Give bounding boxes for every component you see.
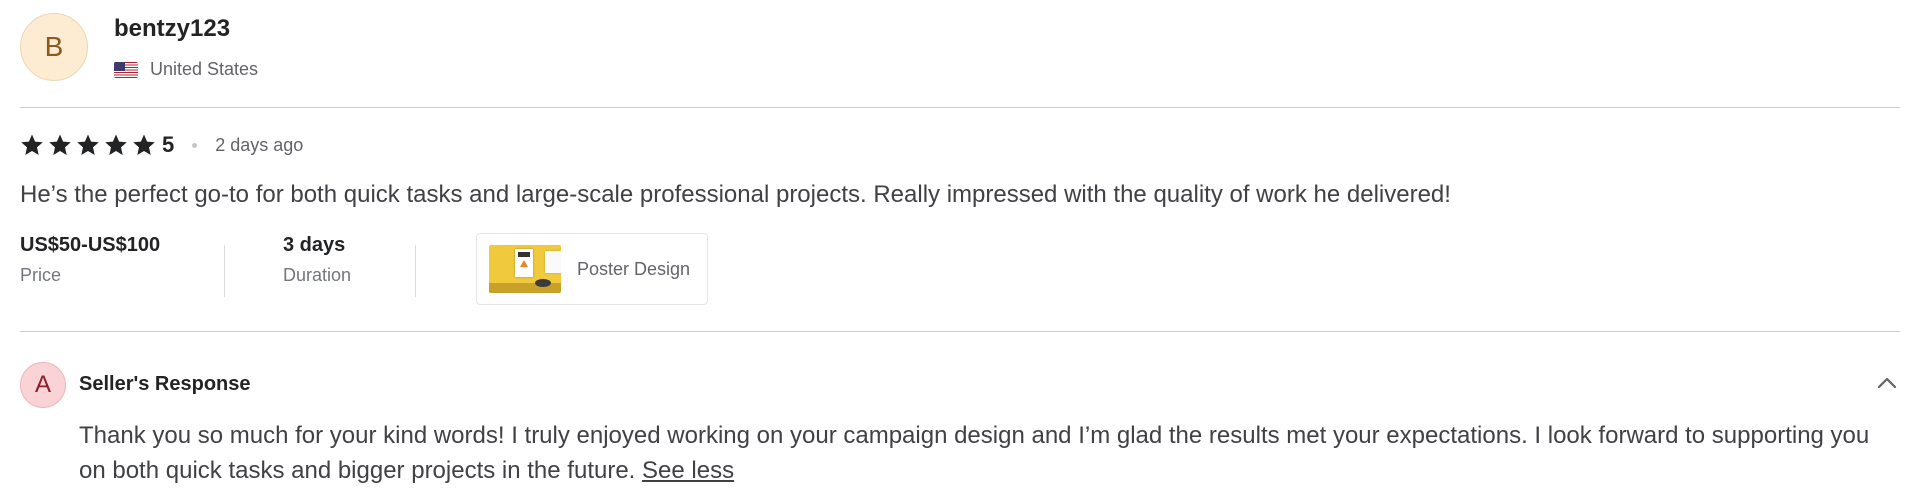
star-icon (132, 133, 156, 157)
seller-response-title: Seller's Response (79, 373, 251, 395)
see-less-link[interactable]: See less (642, 457, 734, 484)
divider (20, 107, 1900, 108)
seller-response-body: Thank you so much for your kind words! I… (79, 422, 1870, 484)
rating-row: 5 2 days ago (20, 131, 303, 159)
reviewer-avatar-letter: B (44, 31, 64, 62)
star-icon (20, 133, 44, 157)
seller-response-text: Thank you so much for your kind words! I… (79, 418, 1879, 488)
seller-avatar: A (20, 362, 66, 408)
review-text: He’s the perfect go-to for both quick ta… (20, 181, 1451, 208)
seller-avatar-letter: A (34, 371, 51, 398)
country-name: United States (150, 59, 259, 79)
price-label: Price (20, 265, 62, 285)
us-flag-icon (114, 61, 138, 78)
price-block: US$50-US$100 Price (20, 234, 160, 294)
divider (20, 331, 1900, 332)
separator-dot (192, 142, 198, 148)
reviewer-country: United States (114, 59, 258, 80)
price-value: US$50-US$100 (20, 234, 161, 256)
chevron-up-icon (1877, 377, 1897, 389)
star-icon (48, 133, 72, 157)
duration-block: 3 days Duration (283, 234, 351, 294)
review-date: 2 days ago (215, 134, 304, 155)
gig-card[interactable]: Poster Design (476, 233, 708, 305)
star-icon (104, 133, 128, 157)
star-icon (76, 133, 100, 157)
rating-value: 5 (162, 132, 175, 157)
duration-value: 3 days (283, 234, 346, 256)
reviewer-header: B bentzy123 United States (20, 13, 620, 85)
collapse-response-button[interactable] (1874, 370, 1900, 396)
meta-divider (224, 245, 225, 297)
reviewer-username[interactable]: bentzy123 (114, 15, 230, 43)
reviewer-avatar[interactable]: B (20, 13, 88, 81)
seller-response-header: A Seller's Response (20, 362, 1900, 408)
gig-title: Poster Design (577, 258, 691, 279)
poster-thumbnail (489, 245, 561, 293)
meta-divider (415, 245, 416, 297)
duration-label: Duration (283, 265, 352, 285)
